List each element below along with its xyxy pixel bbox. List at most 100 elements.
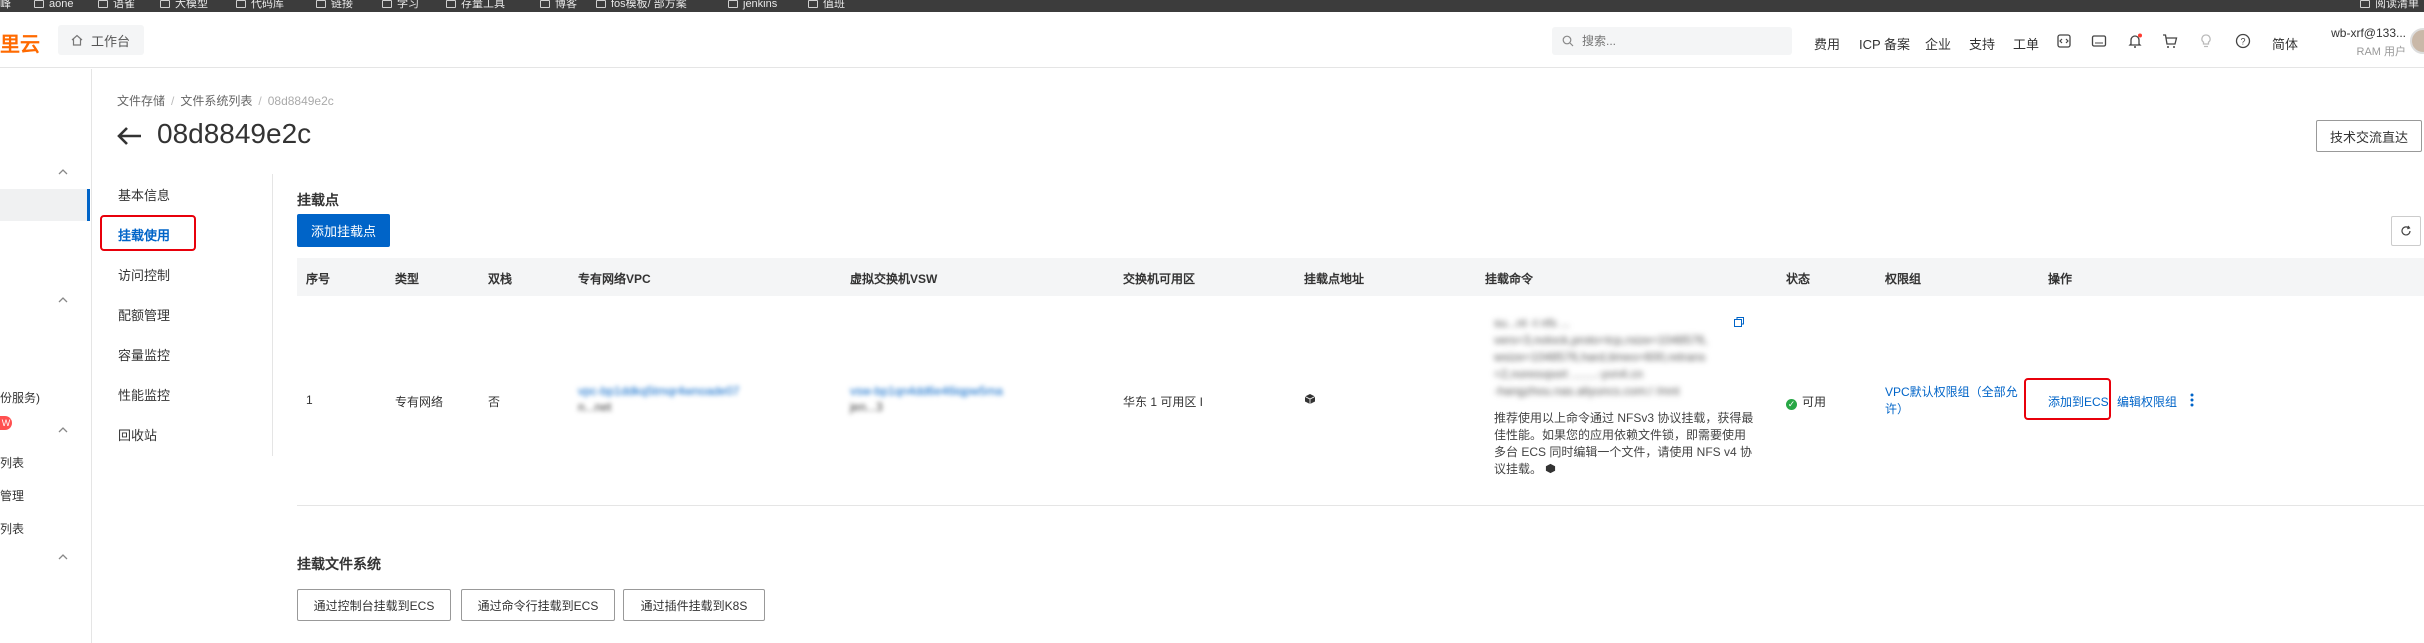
subnav-performance-monitor[interactable]: 性能监控 <box>118 385 170 404</box>
subnav-basic-info[interactable]: 基本信息 <box>118 185 170 204</box>
subnav-recycle-bin[interactable]: 回收站 <box>118 425 157 444</box>
detail-subnav: 基本信息 挂载使用 访问控制 配额管理 容量监控 性能监控 回收站 <box>92 174 273 456</box>
user-menu[interactable]: wb-xrf@133... RAM 用户 <box>2316 26 2406 59</box>
mount-cli-ecs-button[interactable]: 通过命令行挂载到ECS <box>461 589 615 621</box>
nav-fees[interactable]: 费用 <box>1814 34 1840 53</box>
cell-vsw: vsw-bp1qn4dd6e46iqpw5ma jen...3 <box>850 384 1003 414</box>
reading-list-icon <box>2360 0 2370 9</box>
refresh-button[interactable] <box>2391 216 2421 246</box>
left-menu: 份服务) W 列表 管理 列表 <box>0 69 92 643</box>
folder-icon <box>34 0 44 9</box>
subnav-access-control[interactable]: 访问控制 <box>118 265 170 284</box>
left-menu-active-item[interactable] <box>0 189 90 221</box>
code-icon[interactable] <box>2055 32 2073 50</box>
col-actions: 操作 <box>2048 272 2073 286</box>
bookmark-item[interactable]: 值班 <box>808 0 845 11</box>
nav-enterprise[interactable]: 企业 <box>1925 34 1951 53</box>
left-menu-item[interactable]: 列表 <box>0 520 24 537</box>
left-menu-item[interactable]: 列表 <box>0 454 24 471</box>
left-menu-item[interactable]: 管理 <box>0 487 24 504</box>
bookmark-item[interactable]: 代码库 <box>236 0 284 11</box>
folder-icon <box>728 0 738 9</box>
bookmark-item[interactable]: jenkins <box>728 0 777 11</box>
breadcrumb-file-storage[interactable]: 文件存储 <box>117 94 165 108</box>
global-search[interactable] <box>1552 27 1792 55</box>
vpc-name: n...net <box>578 400 612 414</box>
home-icon <box>71 34 83 46</box>
add-mount-point-button[interactable]: 添加挂载点 <box>297 214 390 247</box>
cell-type: 专有网络 <box>395 395 444 409</box>
mount-command-line[interactable]: =2,noresvport ........-yvn4.cn <box>1494 366 1756 383</box>
search-input[interactable] <box>1582 34 1772 48</box>
bookmark-item[interactable]: 大模型 <box>160 0 208 11</box>
screen-icon[interactable] <box>2090 32 2108 50</box>
subnav-capacity-monitor[interactable]: 容量监控 <box>118 345 170 364</box>
language-switch[interactable]: 简体 <box>2272 34 2298 53</box>
mount-command-line[interactable]: vers=3,nolock,proto=tcp,rsize=1048576, <box>1494 332 1756 349</box>
cart-icon[interactable] <box>2161 32 2179 50</box>
bookmark-item[interactable]: 存量工具 <box>446 0 505 11</box>
chevron-up-icon[interactable] <box>56 293 70 307</box>
help-icon[interactable]: ? <box>2234 32 2252 50</box>
cell-index: 1 <box>306 393 313 407</box>
bookmark-item[interactable]: 博客 <box>540 0 577 11</box>
table-row: 1 专有网络 否 vpc-bp1ddkq5tmqr4wnoade07 n...n… <box>297 296 2424 506</box>
page-title: 08d8849e2c <box>157 118 312 149</box>
search-icon <box>1562 35 1574 47</box>
breadcrumb-fs-list[interactable]: 文件系统列表 <box>180 94 252 108</box>
bookmark-item[interactable]: fos模板/ 部方案 <box>596 0 687 11</box>
cube-icon[interactable] <box>1545 463 1556 474</box>
workbench-button[interactable]: 工作台 <box>58 25 145 55</box>
chevron-up-icon[interactable] <box>56 165 70 179</box>
left-menu-item[interactable]: 份服务) <box>0 389 40 406</box>
vsw-link[interactable]: vsw-bp1qn4dd6e46iqpw5ma <box>850 384 1003 398</box>
lightbulb-icon[interactable] <box>2197 32 2215 50</box>
refresh-icon <box>2401 225 2411 236</box>
workbench-label: 工作台 <box>91 33 131 49</box>
mount-plugin-k8s-button[interactable]: 通过插件挂载到K8S <box>623 589 765 621</box>
bookmark-item[interactable]: 峰 <box>0 0 11 11</box>
cube-icon[interactable] <box>1304 393 1316 405</box>
mount-command-line[interactable]: wsize=1048576,hard,timeo=600,retrans <box>1494 349 1756 366</box>
col-status: 状态 <box>1786 272 1811 286</box>
col-permission-group: 权限组 <box>1885 272 1922 286</box>
vpc-link[interactable]: vpc-bp1ddkq5tmqr4wnoade07 <box>578 384 739 398</box>
mount-command-line[interactable]: -hangzhou.nas.aliyuncs.com:/ /mnt <box>1494 383 1756 400</box>
subnav-quota[interactable]: 配额管理 <box>118 305 170 324</box>
folder-icon <box>596 0 606 9</box>
subnav-mount-usage[interactable]: 挂载使用 <box>118 225 170 244</box>
nav-support[interactable]: 支持 <box>1969 34 1995 53</box>
copy-icon[interactable] <box>1733 316 1745 328</box>
chevron-up-icon[interactable] <box>56 550 70 564</box>
tech-exchange-button[interactable]: 技术交流直达 <box>2316 120 2422 152</box>
new-badge: W <box>0 416 12 430</box>
bookmark-item[interactable]: 学习 <box>382 0 419 11</box>
bookmark-item[interactable]: 链接 <box>316 0 353 11</box>
mount-console-ecs-button[interactable]: 通过控制台挂载到ECS <box>297 589 451 621</box>
bell-icon[interactable] <box>2126 32 2144 50</box>
nav-icp[interactable]: ICP 备案 <box>1859 34 1910 53</box>
chevron-up-icon[interactable] <box>56 423 70 437</box>
avatar[interactable] <box>2410 28 2424 54</box>
folder-icon <box>98 0 108 9</box>
col-dual-stack: 双栈 <box>488 272 513 286</box>
more-vertical-icon[interactable] <box>2187 391 2197 409</box>
brand-logo[interactable]: 里云 <box>0 28 40 57</box>
permission-group-link[interactable]: VPC默认权限组（全部允许） <box>1885 384 2021 418</box>
edit-permission-group-link[interactable]: 编辑权限组 <box>2117 393 2177 410</box>
user-role: RAM 用户 <box>2356 46 2407 58</box>
reading-list[interactable]: 阅读清单 <box>2360 0 2419 11</box>
cell-dual-stack: 否 <box>488 395 501 409</box>
folder-icon <box>160 0 170 9</box>
bookmark-item[interactable]: aone <box>34 0 73 11</box>
back-arrow-icon[interactable] <box>115 124 143 148</box>
user-name: wb-xrf@133... <box>2331 26 2406 40</box>
col-mount-command: 挂载命令 <box>1485 272 1534 286</box>
breadcrumb: 文件存储 / 文件系统列表/08d8849e2c <box>117 94 334 108</box>
mount-command-line[interactable]: su...nt -t nfs ... <box>1494 315 1756 332</box>
add-to-ecs-link[interactable]: 添加到ECS <box>2048 393 2109 410</box>
nav-ticket[interactable]: 工单 <box>2013 34 2039 53</box>
bookmark-item[interactable]: 语雀 <box>98 0 135 11</box>
col-vpc: 专有网络VPC <box>578 272 651 286</box>
check-circle-icon: ✓ <box>1786 399 1797 410</box>
